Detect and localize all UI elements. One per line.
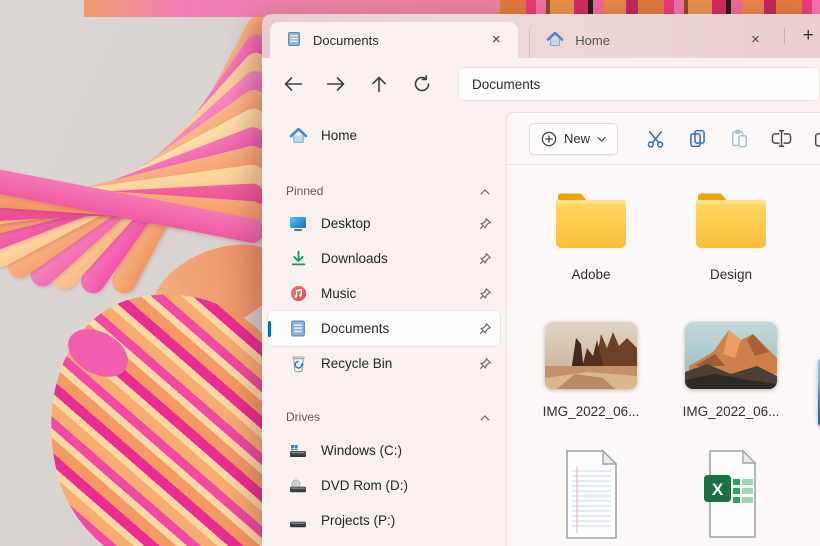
- documents-icon: [288, 319, 308, 339]
- item-label: IMG_2022_06...: [683, 404, 780, 419]
- svg-text:X: X: [712, 480, 724, 499]
- sidebar-item-recycle-bin[interactable]: Recycle Bin: [268, 346, 500, 381]
- sidebar-item-label: Windows (C:): [321, 443, 402, 458]
- desktop-icon: [288, 214, 308, 234]
- sidebar-item-projects-p[interactable]: Projects (P:): [268, 503, 500, 538]
- folder-icon: [550, 186, 632, 252]
- sidebar-item-label: Recycle Bin: [321, 356, 392, 371]
- dvd-drive-icon: [288, 476, 308, 496]
- up-button[interactable]: [362, 68, 396, 100]
- pin-icon[interactable]: [478, 287, 492, 301]
- home-icon: [288, 126, 308, 146]
- cut-button[interactable]: [634, 121, 676, 157]
- text-document-item[interactable]: [521, 449, 661, 539]
- close-tab-icon[interactable]: ×: [486, 30, 506, 50]
- new-tab-button[interactable]: +: [797, 24, 820, 48]
- sidebar-item-downloads[interactable]: Downloads: [268, 241, 500, 276]
- chevron-up-icon[interactable]: [480, 410, 490, 424]
- command-bar: New: [507, 113, 820, 165]
- pin-icon[interactable]: [478, 252, 492, 266]
- item-label: Adobe: [571, 267, 610, 282]
- sidebar-item-desktop[interactable]: Desktop: [268, 206, 500, 241]
- excel-document-icon: X: [702, 449, 760, 539]
- tab-label: Home: [575, 33, 745, 48]
- excel-document-item[interactable]: X: [661, 449, 801, 539]
- text-document-icon: [562, 449, 620, 539]
- sidebar-item-music[interactable]: Music: [268, 276, 500, 311]
- tab-strip: Documents × Home × +: [262, 14, 820, 58]
- music-icon: [288, 284, 308, 304]
- tab-home[interactable]: Home ×: [529, 22, 777, 58]
- section-pinned: Pinned: [262, 179, 506, 203]
- new-button-label: New: [564, 131, 590, 146]
- image-item-1[interactable]: IMG_2022_06...: [521, 322, 661, 419]
- sidebar-item-label: DVD Rom (D:): [321, 478, 408, 493]
- tab-documents[interactable]: Documents ×: [270, 22, 518, 58]
- image-item-2[interactable]: IMG_2022_06...: [661, 322, 801, 419]
- sidebar-item-label: Documents: [321, 321, 389, 336]
- sidebar-item-dvd-d[interactable]: DVD Rom (D:): [268, 468, 500, 503]
- sidebar-item-documents[interactable]: Documents: [268, 311, 500, 346]
- paste-button[interactable]: [718, 121, 760, 157]
- chevron-up-icon[interactable]: [480, 184, 490, 198]
- section-drives: Drives: [262, 405, 506, 429]
- pin-icon[interactable]: [478, 217, 492, 231]
- navigation-pane: Home Pinned: [262, 110, 506, 546]
- chevron-down-icon: [597, 136, 606, 142]
- rename-button[interactable]: [760, 121, 802, 157]
- image-thumbnail: [545, 322, 637, 389]
- file-list-panel: New: [506, 112, 820, 546]
- home-tab-icon: [546, 31, 564, 50]
- sidebar-item-label: Downloads: [321, 251, 388, 266]
- file-grid: Adobe Design: [507, 186, 820, 539]
- image-thumbnail: [685, 322, 777, 389]
- close-tab-icon[interactable]: ×: [746, 30, 766, 50]
- share-button[interactable]: [802, 121, 820, 157]
- sidebar-item-label: Home: [321, 128, 357, 143]
- desktop: Documents × Home × +: [0, 0, 820, 546]
- navigation-bar: Documents: [262, 58, 820, 110]
- sidebar-item-label: Desktop: [321, 216, 371, 231]
- sidebar-item-label: Music: [321, 286, 356, 301]
- copy-button[interactable]: [676, 121, 718, 157]
- folder-item-design[interactable]: Design: [661, 186, 801, 282]
- pin-icon[interactable]: [478, 322, 492, 336]
- document-tab-icon: [286, 31, 302, 50]
- item-label: IMG_2022_06...: [543, 404, 640, 419]
- windows-drive-icon: [288, 441, 308, 461]
- item-label: Design: [710, 267, 752, 282]
- tab-label: Documents: [313, 33, 486, 48]
- file-explorer-window: Documents × Home × +: [262, 14, 820, 546]
- refresh-button[interactable]: [405, 68, 439, 100]
- tab-strip-divider: [784, 28, 785, 44]
- folder-item-adobe[interactable]: Adobe: [521, 186, 661, 282]
- address-bar[interactable]: Documents: [458, 67, 820, 101]
- drive-icon: [288, 511, 308, 531]
- sidebar-item-home[interactable]: Home: [268, 118, 500, 153]
- back-button[interactable]: [276, 68, 310, 100]
- address-text: Documents: [472, 77, 540, 92]
- pin-icon[interactable]: [478, 357, 492, 371]
- forward-button[interactable]: [319, 68, 353, 100]
- downloads-icon: [288, 249, 308, 269]
- recycle-bin-icon: [288, 354, 308, 374]
- section-title: Drives: [286, 410, 320, 424]
- section-title: Pinned: [286, 184, 323, 198]
- sidebar-item-windows-c[interactable]: Windows (C:): [268, 433, 500, 468]
- new-button[interactable]: New: [529, 123, 618, 155]
- folder-icon: [690, 186, 772, 252]
- sidebar-item-label: Projects (P:): [321, 513, 395, 528]
